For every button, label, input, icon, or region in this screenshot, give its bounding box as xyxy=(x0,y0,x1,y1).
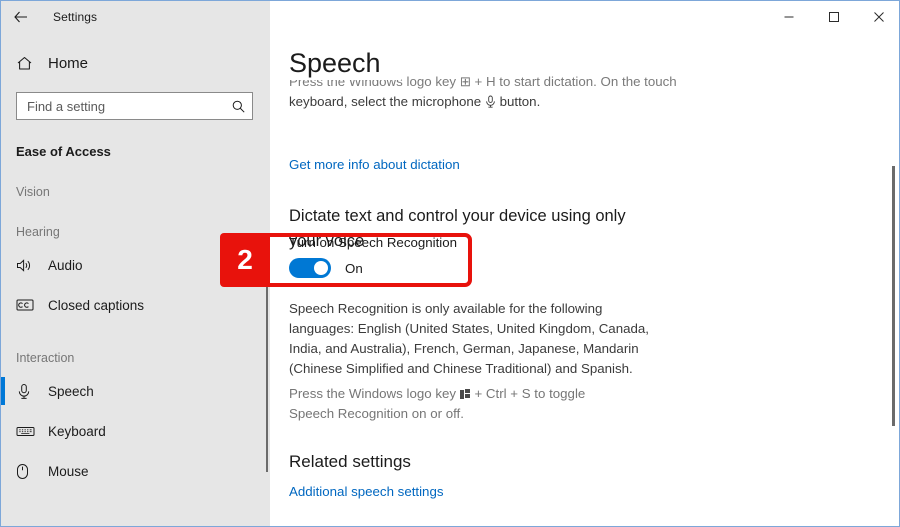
content-scrollbar[interactable] xyxy=(892,166,895,426)
sidebar-item-audio-label: Audio xyxy=(48,257,83,273)
content-scroll-area: Press the Windows logo key ⊞ + H to star… xyxy=(270,32,899,526)
sidebar-item-home[interactable]: Home xyxy=(1,44,270,82)
sidebar-item-mouse[interactable]: Mouse xyxy=(1,451,270,491)
back-arrow-icon[interactable] xyxy=(1,1,41,32)
speaker-icon xyxy=(16,258,42,273)
keyboard-icon xyxy=(16,425,42,438)
annotation-step-badge: 2 xyxy=(220,233,270,287)
sidebar-item-speech-label: Speech xyxy=(48,383,94,399)
microphone-inline-icon xyxy=(485,95,496,115)
languages-paragraph: Speech Recognition is only available for… xyxy=(289,301,649,376)
app-title: Settings xyxy=(53,9,98,24)
windows-logo-key-icon xyxy=(459,389,471,399)
speech-recognition-toggle-label: Turn on Speech Recognition xyxy=(289,235,458,250)
sidebar-item-speech[interactable]: Speech xyxy=(1,371,270,411)
speech-recognition-toggle[interactable] xyxy=(289,258,331,278)
sidebar-item-home-label: Home xyxy=(48,54,89,72)
mouse-icon xyxy=(16,463,42,480)
toggle-knob xyxy=(314,261,328,275)
title-bar: Settings xyxy=(1,1,899,32)
home-icon xyxy=(16,55,42,72)
sidebar-item-mouse-label: Mouse xyxy=(48,463,89,479)
sidebar-item-keyboard-label: Keyboard xyxy=(48,423,106,439)
minimize-icon[interactable] xyxy=(766,1,811,32)
speech-recognition-toggle-block: Turn on Speech Recognition On xyxy=(289,235,457,278)
sidebar-item-closed-captions-label: Closed captions xyxy=(48,297,145,313)
sidebar-section-title: Ease of Access xyxy=(16,144,111,159)
shortcut-text-part-a: Press the Windows logo key xyxy=(289,386,457,401)
title-bar-left: Settings xyxy=(1,1,270,32)
related-settings-heading: Related settings xyxy=(289,452,411,471)
speech-recognition-toggle-state: On xyxy=(345,260,363,276)
close-icon[interactable] xyxy=(856,1,899,32)
search-input[interactable] xyxy=(27,98,231,114)
content-pane: Press the Windows logo key ⊞ + H to star… xyxy=(270,32,899,526)
closed-captions-icon xyxy=(16,298,42,312)
settings-window: Settings Home Find a setting Ease of Acc… xyxy=(0,0,900,527)
additional-speech-settings-link[interactable]: Additional speech settings xyxy=(289,484,444,499)
dictation-text-line2-part-a: keyboard, select the microphone xyxy=(289,94,482,109)
sidebar-item-closed-captions[interactable]: Closed captions xyxy=(1,285,270,325)
dictation-text-line2-part-b: button. xyxy=(499,94,541,109)
sidebar-group-vision: Vision xyxy=(16,185,50,199)
dictation-info-link[interactable]: Get more info about dictation xyxy=(289,157,460,172)
page-title: Speech xyxy=(289,46,401,80)
search-icon[interactable] xyxy=(231,99,246,114)
sidebar-group-interaction: Interaction xyxy=(16,351,75,365)
sidebar-item-keyboard[interactable]: Keyboard xyxy=(1,411,270,451)
sidebar-scrollbar[interactable] xyxy=(266,286,268,472)
speech-recognition-toggle-row: On xyxy=(289,258,457,278)
maximize-icon[interactable] xyxy=(811,1,856,32)
search-box[interactable] xyxy=(16,92,253,120)
title-bar-right xyxy=(270,1,899,32)
microphone-icon xyxy=(16,383,42,400)
shortcut-paragraph: Press the Windows logo key + Ctrl + S to… xyxy=(289,384,634,424)
dictation-text-line2: keyboard, select the microphone button. xyxy=(289,92,689,115)
